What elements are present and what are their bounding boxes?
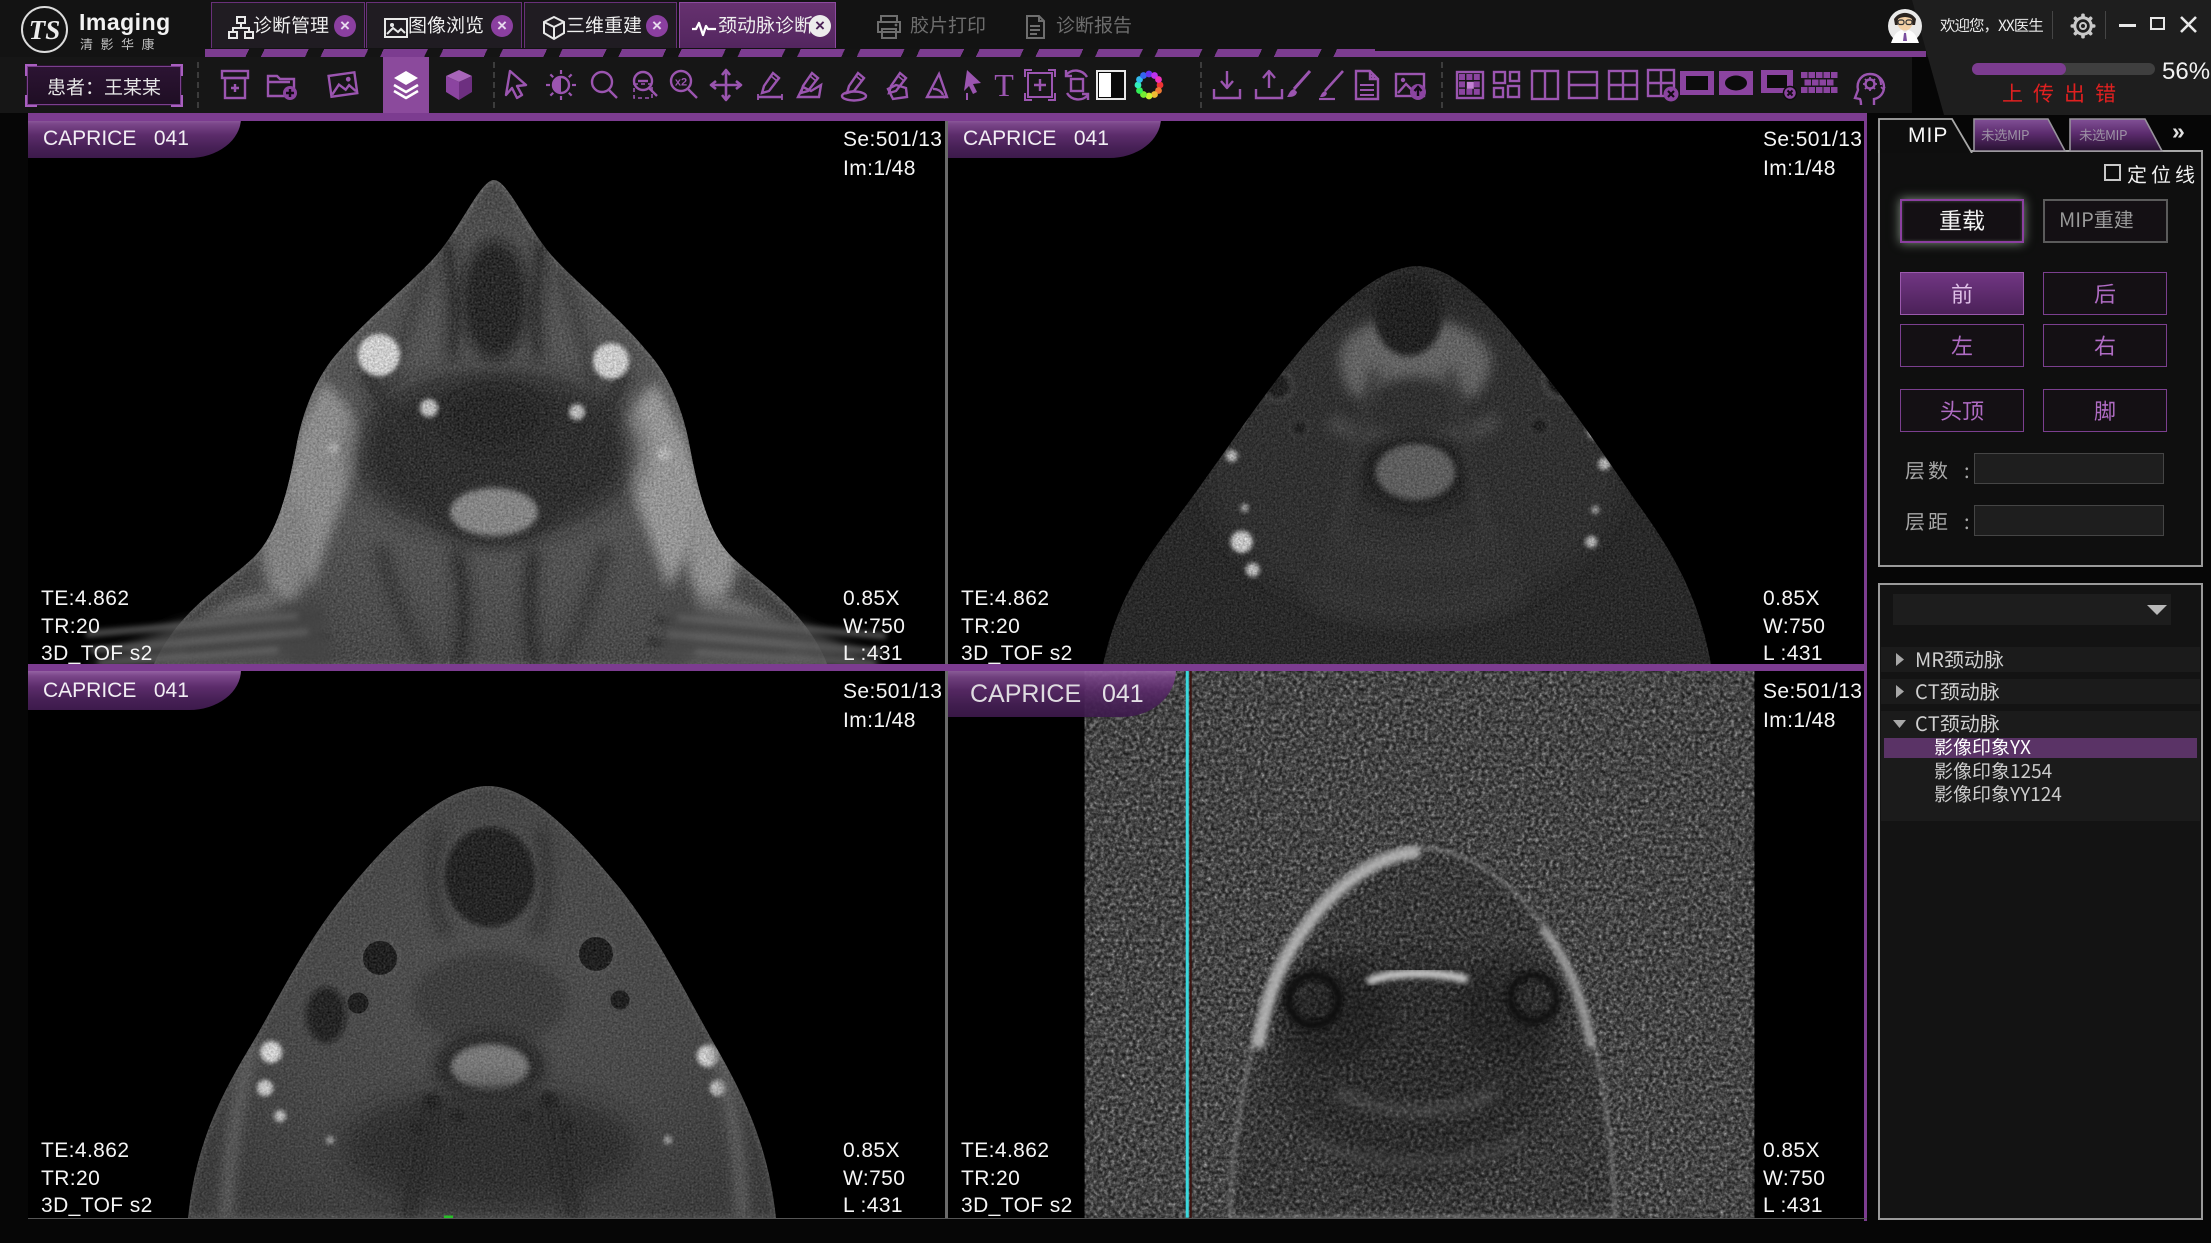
svg-text:x2: x2 — [675, 77, 687, 89]
svg-text:T: T — [994, 67, 1014, 103]
